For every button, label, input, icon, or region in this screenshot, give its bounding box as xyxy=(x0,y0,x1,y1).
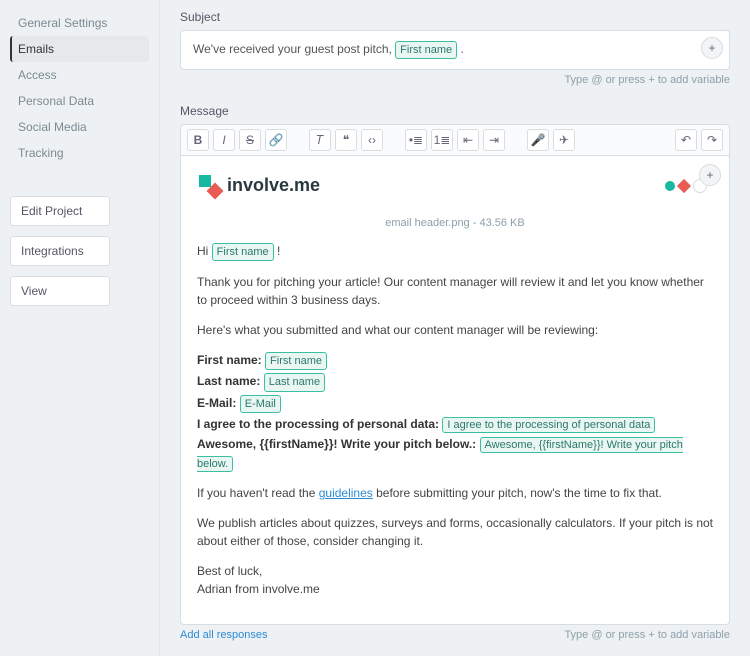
greeting-variable-pill[interactable]: First name xyxy=(212,243,274,261)
var-first-name[interactable]: First name xyxy=(265,352,327,370)
subject-label: Subject xyxy=(180,10,730,24)
editor-body[interactable]: + involve.me email header.png - 43.56 xyxy=(180,155,730,625)
quote-button[interactable]: ❝ xyxy=(335,129,357,151)
deco-dot-icon xyxy=(665,181,675,191)
subject-add-variable-button[interactable]: + xyxy=(701,37,723,59)
logo-mark-icon xyxy=(199,175,221,197)
subject-input[interactable]: We've received your guest post pitch, Fi… xyxy=(180,30,730,70)
greeting-line: Hi First name ! xyxy=(197,242,713,261)
sidebar-item-tracking[interactable]: Tracking xyxy=(10,140,149,166)
redo-button[interactable]: ↷ xyxy=(701,129,723,151)
message-content: Hi First name ! Thank you for pitching y… xyxy=(197,242,713,599)
code-button[interactable]: ‹› xyxy=(361,129,383,151)
intro-paragraph: Thank you for pitching your article! Our… xyxy=(197,273,713,309)
field-consent: I agree to the processing of personal da… xyxy=(197,415,713,434)
subject-text-suffix: . xyxy=(460,42,463,56)
message-label: Message xyxy=(180,104,730,118)
message-hint-row: Add all responses Type @ or press + to a… xyxy=(180,629,730,641)
var-email[interactable]: E-Mail xyxy=(240,395,281,413)
var-last-name[interactable]: Last name xyxy=(264,373,325,391)
subject-text-prefix: We've received your guest post pitch, xyxy=(193,42,395,56)
sidebar-item-access[interactable]: Access xyxy=(10,62,149,88)
logo: involve.me xyxy=(199,172,320,199)
editor-toolbar: B I S 🔗 𝑇 ❝ ‹› •≣ 1≣ ⇤ ⇥ xyxy=(180,124,730,155)
field-email: E-Mail: E-Mail xyxy=(197,394,713,413)
signoff-2: Adrian from involve.me xyxy=(197,580,713,598)
ul-button[interactable]: •≣ xyxy=(405,129,427,151)
guidelines-line: If you haven't read the guidelines befor… xyxy=(197,484,713,502)
guidelines-link[interactable]: guidelines xyxy=(319,486,373,500)
sidebar-item-emails[interactable]: Emails xyxy=(10,36,149,62)
mic-button[interactable]: 🎤 xyxy=(527,129,549,151)
sidebar-item-general[interactable]: General Settings xyxy=(10,10,149,36)
publish-note: We publish articles about quizzes, surve… xyxy=(197,514,713,550)
edit-project-button[interactable]: Edit Project xyxy=(10,196,110,226)
view-button[interactable]: View xyxy=(10,276,110,306)
subject-hint: Type @ or press + to add variable xyxy=(180,74,730,86)
logo-text: involve.me xyxy=(227,172,320,199)
strike-button[interactable]: S xyxy=(239,129,261,151)
sidebar: General Settings Emails Access Personal … xyxy=(0,0,160,656)
main-panel: Subject We've received your guest post p… xyxy=(160,0,750,656)
indent-button[interactable]: ⇥ xyxy=(483,129,505,151)
add-all-responses-link[interactable]: Add all responses xyxy=(180,629,267,641)
integrations-button[interactable]: Integrations xyxy=(10,236,110,266)
outdent-button[interactable]: ⇤ xyxy=(457,129,479,151)
sidebar-buttons: Edit Project Integrations View xyxy=(10,196,149,306)
sidebar-item-social-media[interactable]: Social Media xyxy=(10,114,149,140)
link-button[interactable]: 🔗 xyxy=(265,129,287,151)
ol-button[interactable]: 1≣ xyxy=(431,129,453,151)
deco-diamond-icon xyxy=(677,179,691,193)
message-section: Message B I S 🔗 𝑇 ❝ ‹› •≣ 1≣ xyxy=(180,104,730,641)
submitted-intro: Here's what you submitted and what our c… xyxy=(197,321,713,339)
field-last-name: Last name: Last name xyxy=(197,372,713,391)
italic-button[interactable]: I xyxy=(213,129,235,151)
bold-button[interactable]: B xyxy=(187,129,209,151)
undo-button[interactable]: ↶ xyxy=(675,129,697,151)
sidebar-item-personal-data[interactable]: Personal Data xyxy=(10,88,149,114)
signoff-1: Best of luck, xyxy=(197,562,713,580)
image-caption: email header.png - 43.56 KB xyxy=(197,215,713,232)
message-hint: Type @ or press + to add variable xyxy=(564,629,730,641)
fontsize-button[interactable]: 𝑇 xyxy=(309,129,331,151)
editor-add-variable-button[interactable]: + xyxy=(699,164,721,186)
field-first-name: First name: First name xyxy=(197,351,713,370)
app-root: General Settings Emails Access Personal … xyxy=(0,0,750,656)
subject-variable-pill[interactable]: First name xyxy=(395,41,457,59)
send-button[interactable]: ✈ xyxy=(553,129,575,151)
email-header-image: involve.me xyxy=(197,170,713,211)
field-pitch: Awesome, {{firstName}}! Write your pitch… xyxy=(197,435,713,472)
var-consent[interactable]: I agree to the processing of personal da… xyxy=(442,417,655,433)
